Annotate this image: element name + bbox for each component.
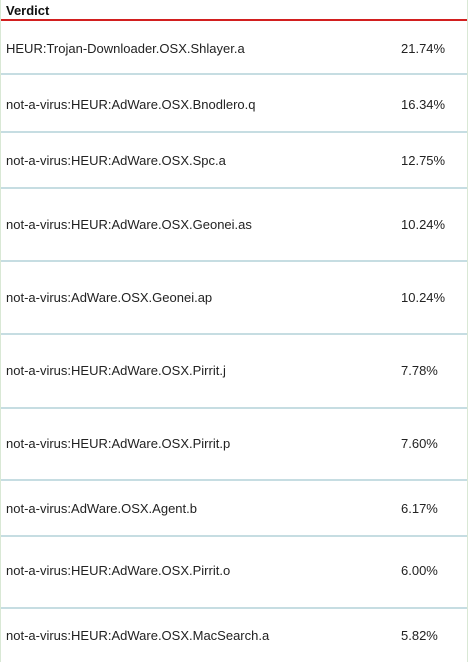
verdict-name: not-a-virus:HEUR:AdWare.OSX.Bnodlero.q [6,97,256,112]
verdict-percent: 21.74% [401,41,446,56]
verdict-name: not-a-virus:HEUR:AdWare.OSX.Pirrit.p [6,436,231,451]
verdict-percent: 6.17% [401,501,438,516]
verdict-percent: 12.75% [401,153,446,168]
table-row: not-a-virus:HEUR:AdWare.OSX.Bnodlero.q 1… [1,75,467,133]
table-row: not-a-virus:HEUR:AdWare.OSX.Pirrit.p 7.6… [1,409,467,481]
header-verdict: Verdict [6,3,50,18]
verdict-name: HEUR:Trojan-Downloader.OSX.Shlayer.a [6,41,245,56]
table-row: not-a-virus:HEUR:AdWare.OSX.MacSearch.a … [1,609,467,662]
table-header: Verdict [1,0,467,21]
table-row: not-a-virus:AdWare.OSX.Agent.b 6.17% [1,481,467,537]
table-row: not-a-virus:AdWare.OSX.Geonei.ap 10.24% [1,262,467,335]
verdict-name: not-a-virus:AdWare.OSX.Geonei.ap [6,290,213,305]
verdict-percent: 7.78% [401,363,438,378]
verdict-percent: 16.34% [401,97,446,112]
verdict-name: not-a-virus:HEUR:AdWare.OSX.Geonei.as [6,217,252,232]
verdict-percent: 6.00% [401,563,438,578]
verdict-percent: 10.24% [401,217,446,232]
verdict-percent: 10.24% [401,290,446,305]
verdict-percent: 5.82% [401,628,438,643]
verdict-name: not-a-virus:HEUR:AdWare.OSX.MacSearch.a [6,628,270,643]
table-row: HEUR:Trojan-Downloader.OSX.Shlayer.a 21.… [1,21,467,75]
verdict-name: not-a-virus:HEUR:AdWare.OSX.Pirrit.j [6,363,226,378]
verdict-name: not-a-virus:HEUR:AdWare.OSX.Spc.a [6,153,226,168]
table-row: not-a-virus:HEUR:AdWare.OSX.Geonei.as 10… [1,189,467,262]
table-row: not-a-virus:HEUR:AdWare.OSX.Pirrit.j 7.7… [1,335,467,409]
table-row: not-a-virus:HEUR:AdWare.OSX.Pirrit.o 6.0… [1,537,467,609]
verdict-name: not-a-virus:AdWare.OSX.Agent.b [6,501,197,516]
verdict-table: Verdict HEUR:Trojan-Downloader.OSX.Shlay… [0,0,468,662]
verdict-name: not-a-virus:HEUR:AdWare.OSX.Pirrit.o [6,563,231,578]
verdict-percent: 7.60% [401,436,438,451]
table-row: not-a-virus:HEUR:AdWare.OSX.Spc.a 12.75% [1,133,467,189]
